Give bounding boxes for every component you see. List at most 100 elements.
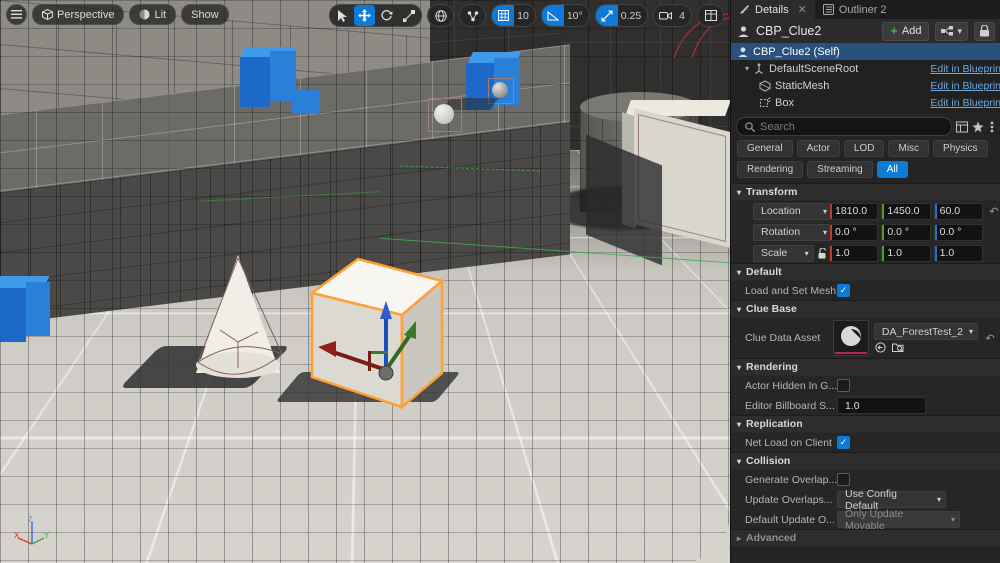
chevron-down-icon[interactable]: ▾ [737, 457, 741, 466]
rotation-z-field[interactable]: 0.0 ° [933, 223, 983, 241]
scale-mode-dropdown[interactable]: Scale ▾ [753, 244, 814, 262]
component-static-mesh[interactable]: StaticMesh Edit in Blueprin [731, 77, 1000, 94]
rotation-mode-dropdown[interactable]: Rotation ▾ [753, 223, 832, 241]
section-clue-base[interactable]: ▾ Clue Base [731, 300, 1000, 317]
filter-misc[interactable]: Misc [888, 140, 930, 157]
surface-snap-group[interactable] [459, 4, 487, 27]
scale-snap-control[interactable]: 0.25 [594, 4, 649, 27]
layout-grid-icon[interactable] [700, 5, 721, 26]
level-viewport[interactable]: X Y Z Perspective Lit Show 10 10° 0.25 4 [0, 0, 730, 563]
scale-x-field[interactable]: 1.0 [829, 244, 879, 262]
blue-cube-upper[interactable] [239, 47, 300, 115]
property-clue-data-asset[interactable]: Clue Data Asset DA_ForestTest_2 ▾ ↶ [731, 317, 1000, 358]
reset-clue-data-asset-button[interactable]: ↶ [983, 332, 997, 345]
property-editor-billboard-scale[interactable]: Editor Billboard S... 1.0 [731, 395, 1000, 415]
property-scale[interactable]: Scale ▾ 1.0 1.0 1.0 [731, 242, 1000, 263]
property-load-and-set-mesh[interactable]: Load and Set Mesh ✓ [731, 280, 1000, 300]
close-icon[interactable]: ✕ [798, 3, 807, 16]
rotate-tool[interactable] [376, 5, 397, 26]
translate-gizmo[interactable] [306, 255, 446, 415]
reset-location-button[interactable]: ↶ [987, 205, 1000, 218]
chevron-down-icon[interactable]: ▾ [745, 64, 749, 73]
hamburger-icon[interactable] [6, 4, 27, 25]
globe-icon[interactable] [430, 5, 451, 26]
section-replication[interactable]: ▾ Replication [731, 415, 1000, 432]
section-default[interactable]: ▾ Default [731, 263, 1000, 280]
search-row[interactable]: Search [731, 113, 1000, 139]
blue-cube-left[interactable] [0, 276, 50, 342]
space-toggle-group[interactable] [427, 4, 455, 27]
panel-tab-bar[interactable]: Details ✕ Outliner 2 [731, 0, 1000, 19]
surface-snap-icon[interactable] [462, 5, 483, 26]
transform-tool-group[interactable] [329, 4, 423, 27]
chevron-down-icon[interactable]: ▾ [737, 188, 741, 197]
chevron-down-icon[interactable]: ▾ [737, 305, 741, 314]
move-tool[interactable] [354, 5, 376, 26]
angle-snap-control[interactable]: 10° [540, 4, 590, 27]
search-input[interactable]: Search [736, 117, 952, 136]
scale-z-field[interactable]: 1.0 [933, 244, 983, 262]
editor-billboard-scale-field[interactable]: 1.0 [837, 397, 926, 414]
camera-speed-value[interactable]: 4 [676, 10, 691, 22]
section-collision[interactable]: ▾ Collision [731, 452, 1000, 469]
chevron-down-icon[interactable]: ▾ [737, 363, 741, 372]
scale-snap-icon[interactable] [595, 5, 618, 26]
actor-hidden-in-game-checkbox[interactable] [837, 379, 850, 392]
component-box[interactable]: Box Edit in Blueprin [731, 94, 1000, 111]
viewport-right-toolbar[interactable]: 10 10° 0.25 4 [329, 4, 724, 27]
location-y-field[interactable]: 1450.0 [881, 202, 931, 220]
filter-all[interactable]: All [876, 161, 908, 178]
load-and-set-mesh-checkbox[interactable]: ✓ [837, 284, 850, 297]
edit-in-blueprint-link[interactable]: Edit in Blueprin [930, 80, 1000, 92]
camera-mode-button[interactable]: Perspective [32, 4, 125, 25]
location-z-field[interactable]: 60.0 [933, 202, 983, 220]
lock-details-button[interactable] [974, 21, 995, 41]
scale-snap-value[interactable]: 0.25 [618, 10, 647, 22]
component-cbp-clue2[interactable]: CBP_Clue2 (Self) [731, 43, 1000, 60]
blue-cube-small[interactable] [292, 90, 320, 114]
section-advanced[interactable]: ▸ Advanced [731, 529, 1000, 546]
filter-rendering[interactable]: Rendering [737, 161, 804, 178]
section-rendering[interactable]: ▾ Rendering [731, 358, 1000, 375]
select-tool[interactable] [332, 5, 353, 26]
scale-y-field[interactable]: 1.0 [881, 244, 931, 262]
filter-chips[interactable]: General Actor LOD Misc Physics Rendering… [731, 139, 1000, 183]
filter-lod[interactable]: LOD [843, 140, 885, 157]
viewport-left-toolbar[interactable]: Perspective Lit Show [6, 4, 229, 25]
update-overlaps-method-dropdown[interactable]: Use Config Default ▾ [837, 488, 946, 512]
use-selected-asset-icon[interactable] [875, 342, 886, 353]
rotation-y-field[interactable]: 0.0 ° [881, 223, 931, 241]
show-flags-button[interactable]: Show [181, 4, 229, 25]
angle-icon[interactable] [541, 5, 564, 26]
edit-in-blueprint-link[interactable]: Edit in Blueprin [930, 97, 1000, 109]
property-actor-hidden-in-game[interactable]: Actor Hidden In G... [731, 375, 1000, 395]
settings-icon[interactable] [988, 121, 996, 133]
component-default-scene-root[interactable]: ▾ DefaultSceneRoot Edit in Blueprin [731, 60, 1000, 77]
edit-in-blueprint-link[interactable]: Edit in Blueprin [930, 63, 1000, 75]
grid-icon[interactable] [492, 5, 515, 26]
unlocked-icon[interactable] [817, 247, 829, 260]
chevron-down-icon[interactable]: ▾ [737, 268, 741, 277]
grid-snap-control[interactable]: 10 [491, 4, 536, 27]
property-generate-overlap-events[interactable]: Generate Overlap... [731, 469, 1000, 489]
tab-outliner[interactable]: Outliner 2 [814, 0, 895, 19]
location-x-field[interactable]: 1810.0 [829, 202, 879, 220]
add-component-button[interactable]: + Add [882, 21, 930, 41]
section-transform[interactable]: ▾ Transform [731, 183, 1000, 200]
scale-tool[interactable] [398, 5, 419, 26]
property-default-update-overlaps[interactable]: Default Update O... Only Update Movable ▾ [731, 508, 1000, 532]
location-mode-dropdown[interactable]: Location ▾ [753, 202, 832, 220]
component-tree[interactable]: CBP_Clue2 (Self) ▾ DefaultSceneRoot Edit… [731, 43, 1000, 113]
grid-snap-value[interactable]: 10 [514, 10, 535, 22]
filter-physics[interactable]: Physics [933, 140, 988, 157]
property-location[interactable]: Location ▾ 1810.0 1450.0 60.0 ↶ [731, 200, 1000, 221]
filter-general[interactable]: General [737, 140, 793, 157]
camera-icon[interactable] [654, 5, 676, 26]
generate-overlap-events-checkbox[interactable] [837, 473, 850, 486]
chevron-down-icon[interactable]: ▾ [737, 420, 741, 429]
viewport-layout-group[interactable] [697, 4, 724, 27]
camera-speed-control[interactable]: 4 [653, 4, 692, 27]
filter-streaming[interactable]: Streaming [807, 161, 873, 178]
filter-actor[interactable]: Actor [796, 140, 840, 157]
view-mode-button[interactable]: Lit [129, 4, 177, 25]
